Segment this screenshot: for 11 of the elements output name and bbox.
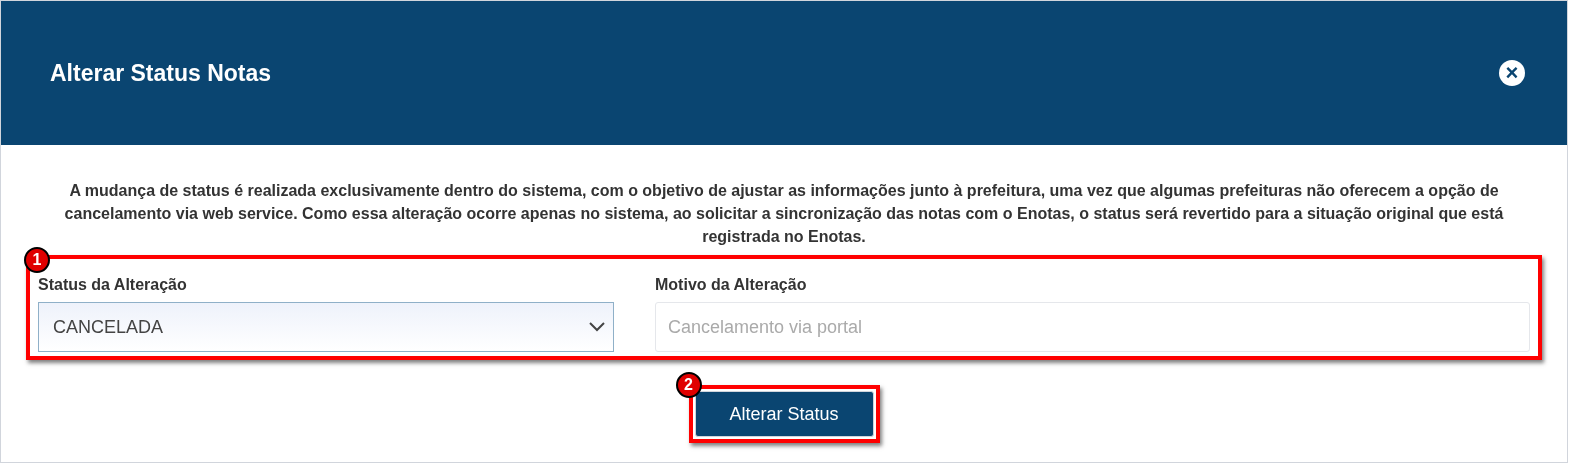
status-select[interactable]: CANCELADA (38, 302, 614, 352)
close-button[interactable]: × (1499, 60, 1525, 86)
modal-title: Alterar Status Notas (50, 58, 272, 88)
chevron-down-icon (589, 322, 605, 332)
submit-button[interactable]: Alterar Status (694, 391, 874, 437)
field-label: Status da Alteração (38, 275, 188, 295)
field-label: Motivo da Alteração (655, 275, 808, 295)
callout-badge: 1 (24, 247, 50, 273)
callout-badge: 2 (675, 372, 702, 398)
description-text: A mudança de status é realizada exclusivamente dentro do sistema, com o objetivo de ajustar as informações junto à prefeitura, uma vez que algumas prefeituras não oferecem a opção de cancelamento via web service. Como essa alteração ocorre apenas no sistema, ao solicitar a sincronização das notas com o Enotas, o status será revertido para a situação original que está registrada no Enotas. (63, 181, 1505, 247)
reason-input[interactable]: Cancelamento via portal (655, 302, 1530, 352)
